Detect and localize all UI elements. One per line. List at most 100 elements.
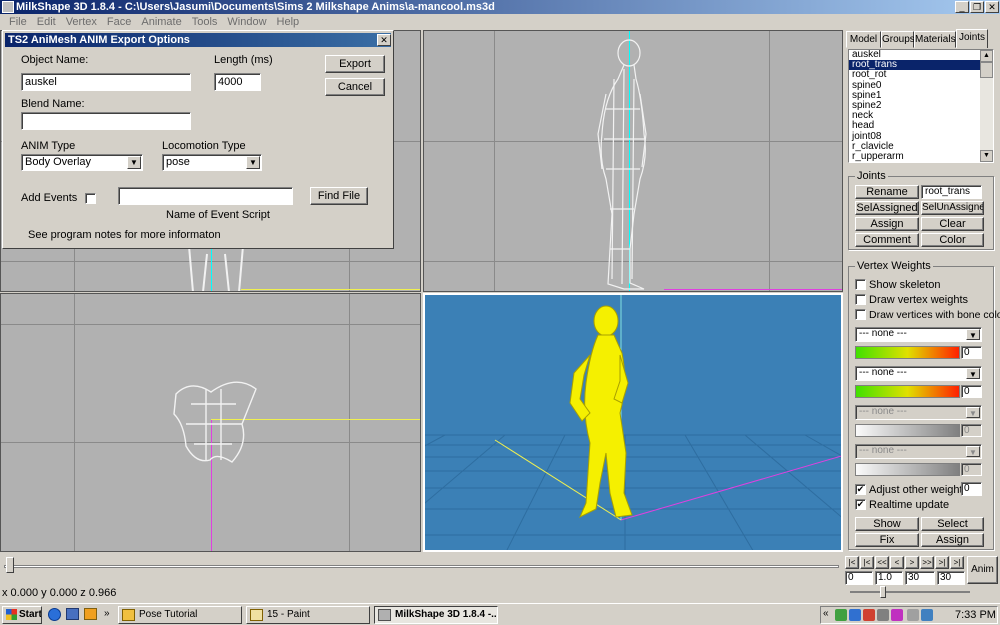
- tray-network-icon[interactable]: [835, 609, 847, 621]
- weight-value-4[interactable]: 0: [961, 463, 982, 476]
- viewport-top[interactable]: [0, 293, 421, 552]
- length-input[interactable]: 4000: [214, 73, 261, 91]
- weight-slider-1[interactable]: [855, 346, 960, 359]
- object-name-input[interactable]: auskel: [21, 73, 191, 91]
- chevron-down-icon[interactable]: ▼: [246, 156, 260, 169]
- weight-slider-3[interactable]: [855, 424, 960, 437]
- assign-joint-button[interactable]: Assign: [855, 217, 919, 231]
- ie-icon[interactable]: [48, 608, 61, 621]
- next-key-button[interactable]: >|: [935, 556, 949, 569]
- media-icon[interactable]: [84, 608, 97, 620]
- adjust-other-weights-value[interactable]: 0: [961, 482, 982, 496]
- anim-field-speed[interactable]: 1.0: [875, 571, 903, 585]
- chevron-down-icon[interactable]: ▼: [966, 407, 980, 418]
- color-button[interactable]: Color: [921, 233, 984, 247]
- chevron-down-icon[interactable]: ▼: [127, 156, 141, 169]
- weight-slider-2[interactable]: [855, 385, 960, 398]
- tray-speaker-icon[interactable]: [921, 609, 933, 621]
- timeline-track[interactable]: [4, 565, 839, 568]
- draw-bone-colors-checkbox[interactable]: [855, 309, 866, 320]
- dialog-close-icon[interactable]: ✕: [377, 34, 391, 46]
- weight-value-1[interactable]: 0: [961, 346, 982, 359]
- tray-expand-icon[interactable]: «: [823, 608, 829, 619]
- desktop-icon[interactable]: [66, 608, 79, 620]
- blend-name-input[interactable]: [21, 112, 191, 130]
- tab-groups[interactable]: Groups: [881, 31, 915, 48]
- locomotion-type-select[interactable]: pose ▼: [162, 154, 262, 171]
- rename-button[interactable]: Rename: [855, 185, 919, 199]
- prev-key-button[interactable]: |<: [860, 556, 874, 569]
- bone-select-1[interactable]: --- none --- ▼: [855, 327, 982, 342]
- menu-file[interactable]: File: [4, 14, 32, 30]
- milkshape-app-icon[interactable]: [2, 1, 14, 13]
- sel-assigned-button[interactable]: SelAssigned: [855, 201, 919, 215]
- export-button[interactable]: Export: [325, 55, 385, 73]
- anim-field-frame[interactable]: 30: [905, 571, 935, 585]
- taskbar-item-paint[interactable]: 15 - Paint: [246, 606, 370, 624]
- menu-edit[interactable]: Edit: [32, 14, 61, 30]
- chevron-down-icon[interactable]: ▼: [966, 329, 980, 340]
- assign-weights-button[interactable]: Assign: [921, 533, 984, 547]
- rewind-button[interactable]: <<: [875, 556, 889, 569]
- select-button[interactable]: Select: [921, 517, 984, 531]
- sel-unassigned-button[interactable]: SelUnAssigned: [921, 201, 984, 215]
- list-item[interactable]: head: [849, 121, 993, 131]
- draw-vertex-weights-checkbox[interactable]: [855, 294, 866, 305]
- tab-materials[interactable]: Materials: [914, 31, 956, 48]
- chevron-down-icon[interactable]: ▼: [966, 368, 980, 379]
- tray-battery-icon[interactable]: [907, 609, 919, 621]
- menu-vertex[interactable]: Vertex: [61, 14, 102, 30]
- comment-button[interactable]: Comment: [855, 233, 919, 247]
- start-button[interactable]: Start: [2, 606, 42, 624]
- first-frame-button[interactable]: |<: [845, 556, 859, 569]
- last-frame-button[interactable]: >|: [950, 556, 964, 569]
- add-events-checkbox[interactable]: [85, 193, 96, 204]
- event-script-input[interactable]: [118, 187, 293, 205]
- tray-security-icon[interactable]: [849, 609, 861, 621]
- anim-button[interactable]: Anim: [967, 556, 998, 584]
- anim-type-select[interactable]: Body Overlay ▼: [21, 154, 143, 171]
- overflow-icon[interactable]: »: [104, 608, 110, 619]
- list-scrollbar[interactable]: ▲ ▼: [980, 50, 993, 162]
- restore-icon[interactable]: ❐: [970, 1, 984, 13]
- list-item[interactable]: r_upperarm: [849, 151, 993, 162]
- show-skeleton-checkbox[interactable]: [855, 279, 866, 290]
- menu-animate[interactable]: Animate: [136, 14, 186, 30]
- close-icon[interactable]: ✕: [985, 1, 999, 13]
- tray-monitor-icon[interactable]: [877, 609, 889, 621]
- bone-select-3[interactable]: --- none --- ▼: [855, 405, 982, 420]
- tab-joints[interactable]: Joints: [956, 29, 988, 48]
- viewport-3d[interactable]: [423, 293, 843, 552]
- prev-frame-button[interactable]: <: [890, 556, 904, 569]
- rename-input[interactable]: root_trans: [921, 185, 982, 199]
- tray-app-icon[interactable]: [891, 609, 903, 621]
- clear-button[interactable]: Clear: [921, 217, 984, 231]
- anim-field-start[interactable]: 0: [845, 571, 873, 585]
- menu-tools[interactable]: Tools: [187, 14, 223, 30]
- menu-window[interactable]: Window: [222, 14, 271, 30]
- bone-select-2[interactable]: --- none --- ▼: [855, 366, 982, 381]
- weight-value-3[interactable]: 0: [961, 424, 982, 437]
- chevron-down-icon[interactable]: ▼: [966, 446, 980, 457]
- show-button[interactable]: Show: [855, 517, 919, 531]
- tab-model[interactable]: Model: [846, 31, 881, 48]
- anim-speed-track[interactable]: [850, 591, 970, 593]
- weight-slider-4[interactable]: [855, 463, 960, 476]
- fix-button[interactable]: Fix: [855, 533, 919, 547]
- taskbar-item-pose-tutorial[interactable]: Pose Tutorial: [118, 606, 242, 624]
- menu-help[interactable]: Help: [272, 14, 305, 30]
- realtime-update-checkbox[interactable]: ✔: [855, 499, 866, 510]
- anim-speed-handle[interactable]: [880, 586, 886, 598]
- find-file-button[interactable]: Find File: [310, 187, 368, 205]
- minimize-icon[interactable]: _: [955, 1, 969, 13]
- taskbar-item-milkshape[interactable]: MilkShape 3D 1.8.4 -...: [374, 606, 498, 624]
- next-frame-button[interactable]: >: [905, 556, 919, 569]
- timeline-slider-handle[interactable]: [6, 557, 14, 573]
- tray-antivirus-icon[interactable]: [863, 609, 875, 621]
- adjust-other-weights-checkbox[interactable]: ✔: [855, 484, 866, 495]
- anim-field-total[interactable]: 30: [937, 571, 965, 585]
- joints-listbox[interactable]: auskel root_trans root_rot spine0 spine1…: [848, 49, 994, 163]
- cancel-button[interactable]: Cancel: [325, 78, 385, 96]
- menu-face[interactable]: Face: [102, 14, 136, 30]
- bone-select-4[interactable]: --- none --- ▼: [855, 444, 982, 459]
